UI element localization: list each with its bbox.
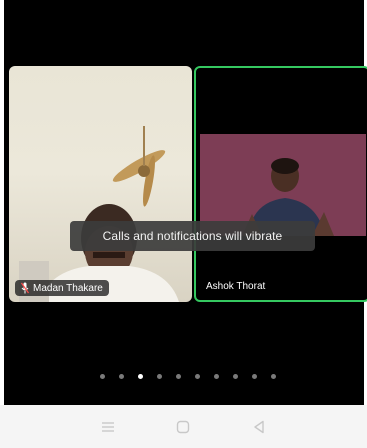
page-dot[interactable] (270, 374, 276, 379)
system-navigation-bar (0, 405, 367, 448)
page-dot-active[interactable] (137, 374, 143, 379)
participant-name: Ashok Thorat (206, 281, 266, 292)
back-button[interactable] (247, 415, 271, 439)
page-indicator (4, 374, 367, 379)
toast-message: Calls and notifications will vibrate (102, 229, 283, 243)
participant-name: Madan Thakare (33, 282, 103, 294)
participant-name-tag: Madan Thakare (15, 280, 109, 296)
participant-name-tag: Ashok Thorat (200, 279, 271, 294)
page-dot[interactable] (251, 374, 257, 379)
page-dot[interactable] (118, 374, 124, 379)
participant-tile-madan-thakare[interactable]: Madan Thakare (9, 66, 192, 302)
video-feed-left (19, 126, 179, 302)
menu-button[interactable] (96, 415, 120, 439)
meeting-screen: Madan Thakare Ashok Thorat Calls and not… (0, 0, 367, 448)
page-dot[interactable] (213, 374, 219, 379)
home-icon (177, 420, 190, 433)
video-call-area: Madan Thakare Ashok Thorat Calls and not… (4, 0, 367, 405)
page-dot[interactable] (175, 374, 181, 379)
menu-icon (101, 421, 114, 432)
participant-tile-ashok-thorat[interactable]: Ashok Thorat (194, 66, 367, 302)
ceiling-fan-icon (112, 126, 166, 207)
toast-notification: Calls and notifications will vibrate (70, 221, 315, 251)
page-dot[interactable] (194, 374, 200, 379)
page-dot[interactable] (99, 374, 105, 379)
back-icon (254, 420, 264, 433)
page-dot[interactable] (156, 374, 162, 379)
home-button[interactable] (171, 415, 195, 439)
page-dot[interactable] (232, 374, 238, 379)
mic-muted-icon (21, 282, 29, 294)
